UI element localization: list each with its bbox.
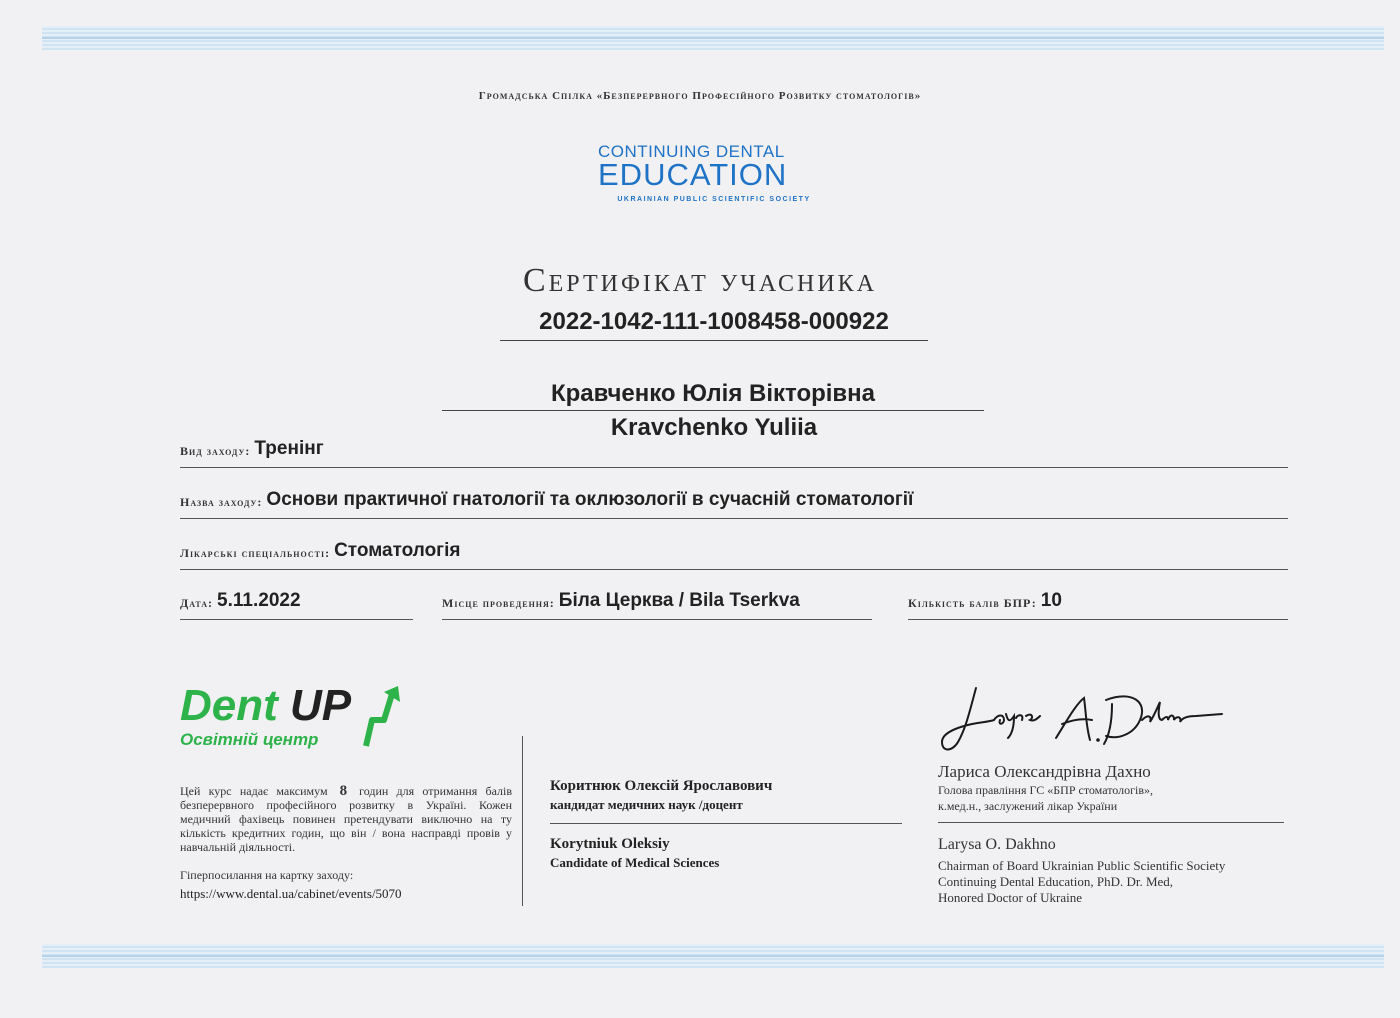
lecturer-name-ua: Коритнюк Олексій Ярославович	[550, 778, 773, 794]
organization-name: Громадська Спілка «Безперервного Професі…	[478, 90, 922, 102]
bottom-decorative-band	[42, 944, 1384, 968]
course-note: Цей курс надає максимум 8 годин для отрима…	[180, 783, 512, 855]
certificate-number: 2022-1042-111-1008458-000922	[500, 308, 928, 341]
location-field: Місце проведення: Біла Церква / Bila Tse…	[442, 588, 872, 620]
participant-name-ua: Кравченко Юлія Вікторівна	[442, 380, 984, 411]
head-ua: Лариса Олександрівна Дахно Голова правлі…	[938, 762, 1284, 823]
date-label: Дата:	[180, 596, 214, 610]
head-title-ua-2: к.мед.н., заслужений лікар України	[938, 799, 1118, 813]
event-name-field: Назва заходу: Основи практичної гнатолог…	[180, 487, 1288, 519]
lecturer-ua: Коритнюк Олексій Ярославович кандидат ме…	[550, 778, 902, 824]
head-name-en: Larysa O. Dakhno	[938, 836, 1056, 853]
top-decorative-band	[42, 26, 1384, 50]
head-en: Larysa O. Dakhno Chairman of Board Ukrai…	[938, 836, 1284, 906]
event-link-label: Гіперпосилання на картку заходу:	[180, 868, 354, 882]
dent-up-subtitle: Освітній центр	[180, 730, 319, 749]
course-hours: 8	[339, 783, 348, 799]
lecturer-title-ua: кандидат медичних наук /доцент	[550, 797, 743, 812]
event-link-url: https://www.dental.ua/cabinet/events/507…	[180, 886, 402, 901]
lecturer-title-en: Candidate of Medical Sciences	[550, 855, 720, 870]
cde-logo: CONTINUING DENTAL EDUCATION UKRAINIAN PU…	[598, 143, 830, 203]
certificate-title: Сертифікат учасника	[522, 262, 878, 299]
dent-up-brand-part2: UP	[290, 681, 352, 730]
event-type-field: Вид заходу: Тренінг	[180, 436, 1288, 468]
points-value: 10	[1040, 590, 1062, 611]
date-value: 5.11.2022	[217, 590, 301, 611]
points-field: Кількість балів БПР: 10	[908, 588, 1288, 620]
dent-up-brand-part1: Dent	[180, 681, 290, 730]
location-label: Місце проведення:	[442, 596, 555, 610]
head-name-ua: Лариса Олександрівна Дахно	[938, 762, 1151, 781]
cde-logo-line3: UKRAINIAN PUBLIC SCIENTIFIC SOCIETY	[617, 196, 811, 203]
head-title-en-3: Honored Doctor of Ukraine	[938, 890, 1083, 905]
lecturer-en: Korytniuk Oleksiy Candidate of Medical S…	[550, 836, 902, 871]
up-arrow-icon	[363, 686, 400, 747]
event-type-label: Вид заходу:	[180, 444, 251, 458]
date-field: Дата: 5.11.2022	[180, 588, 413, 620]
specialties-value: Стоматологія	[334, 540, 461, 561]
vertical-divider	[522, 736, 523, 906]
event-name-value: Основи практичної гнатології та оклюзоло…	[266, 489, 914, 510]
event-type-value: Тренінг	[254, 438, 324, 459]
dent-up-brand: Dent UP	[180, 684, 351, 728]
head-title-ua-1: Голова правління ГС «БПР стоматологів»,	[938, 783, 1154, 797]
points-label: Кількість балів БПР:	[908, 596, 1037, 610]
dent-up-logo: Dent UP Освітній центр	[180, 684, 400, 750]
specialties-field: Лікарські спеціальності: Стоматологія	[180, 538, 1288, 570]
course-note-before: Цей курс надає максимум	[180, 784, 328, 798]
head-title-en-2: Continuing Dental Education, PhD. Dr. Me…	[938, 874, 1174, 889]
lecturer-name-en: Korytniuk Oleksiy	[550, 836, 670, 852]
head-signature	[940, 687, 1223, 751]
head-title-en-1: Chairman of Board Ukrainian Public Scien…	[938, 858, 1226, 873]
location-value: Біла Церква / Bila Tserkva	[558, 590, 800, 611]
event-name-label: Назва заходу:	[180, 495, 263, 509]
specialties-label: Лікарські спеціальності:	[180, 546, 331, 560]
cde-logo-line2: EDUCATION	[598, 157, 788, 192]
